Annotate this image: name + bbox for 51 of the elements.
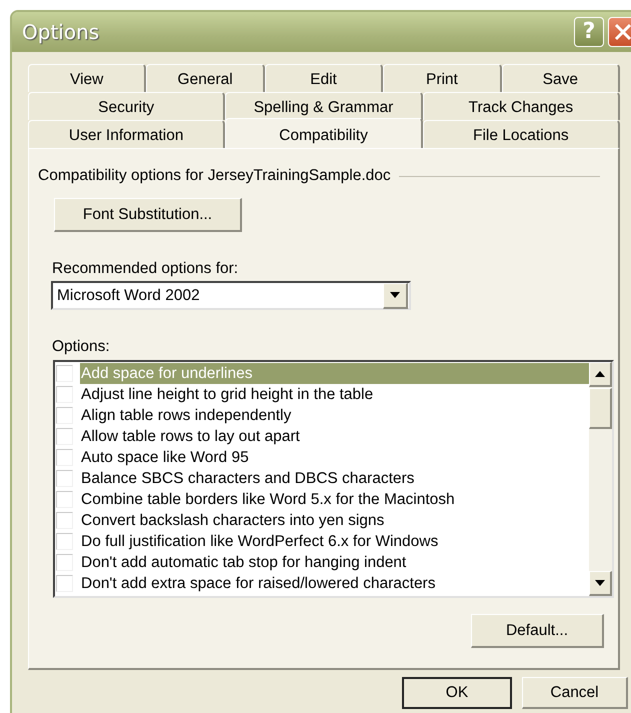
tab[interactable]: Security: [28, 92, 226, 120]
checkbox[interactable]: [56, 512, 73, 529]
checkbox[interactable]: [56, 386, 73, 403]
option-label[interactable]: Combine table borders like Word 5.x for the Macintosh: [80, 489, 589, 510]
option-label[interactable]: Allow table rows to lay out apart: [80, 426, 589, 447]
default-button[interactable]: Default...: [471, 614, 604, 648]
option-label[interactable]: Align table rows independently: [80, 405, 589, 426]
up-arrow-icon: [595, 371, 605, 377]
scrollbar[interactable]: [589, 362, 612, 596]
font-substitution-button[interactable]: Font Substitution...: [54, 198, 242, 232]
tab[interactable]: Spelling & Grammar: [225, 92, 423, 120]
recommended-label: Recommended options for:: [52, 260, 240, 278]
option-label[interactable]: Don't add extra space for raised/lowered characters: [80, 573, 589, 594]
caret-icon: [390, 292, 400, 298]
option-label[interactable]: Do full justification like WordPerfect 6.x for Windows: [80, 531, 589, 552]
recommended-dropdown[interactable]: Microsoft Word 2002: [51, 281, 411, 310]
checkbox[interactable]: [56, 491, 73, 508]
checkbox[interactable]: [56, 365, 73, 382]
checkbox[interactable]: [56, 449, 73, 466]
tab[interactable]: User Information: [28, 120, 226, 148]
option-label[interactable]: Auto space like Word 95: [80, 447, 589, 468]
option-label[interactable]: Balance SBCS characters and DBCS characters: [80, 468, 589, 489]
tab[interactable]: View: [28, 64, 146, 92]
close-button[interactable]: [608, 17, 631, 47]
tab[interactable]: General: [146, 64, 265, 92]
option-label[interactable]: Adjust line height to grid height in the table: [80, 384, 589, 405]
option-label[interactable]: Convert backslash characters into yen signs: [80, 510, 589, 531]
tab[interactable]: Save: [502, 64, 620, 92]
cancel-button[interactable]: Cancel: [522, 677, 628, 709]
scroll-thumb[interactable]: [589, 388, 612, 429]
close-icon: [613, 22, 631, 42]
tab[interactable]: File Locations: [422, 120, 620, 148]
checkbox[interactable]: [56, 428, 73, 445]
scroll-up-button[interactable]: [589, 362, 612, 387]
tab[interactable]: Print: [383, 64, 502, 92]
checkbox[interactable]: [56, 575, 73, 592]
dropdown-button[interactable]: [383, 282, 408, 308]
option-label[interactable]: Don't add automatic tab stop for hanging indent: [80, 552, 589, 573]
scroll-down-button[interactable]: [589, 571, 612, 596]
checkbox[interactable]: [56, 470, 73, 487]
tab[interactable]: Track Changes: [422, 92, 620, 120]
checkbox[interactable]: [56, 533, 73, 550]
ok-button[interactable]: OK: [402, 677, 512, 709]
group-caption: Compatibility options for JerseyTrainingSample.doc: [38, 167, 391, 185]
options-label: Options:: [52, 338, 111, 356]
window-title: Options: [22, 20, 100, 44]
checkbox[interactable]: [56, 554, 73, 571]
down-arrow-icon: [595, 580, 605, 586]
tab[interactable]: Compatibility: [225, 118, 423, 148]
tab[interactable]: Edit: [264, 64, 384, 92]
checkbox[interactable]: [56, 407, 73, 424]
